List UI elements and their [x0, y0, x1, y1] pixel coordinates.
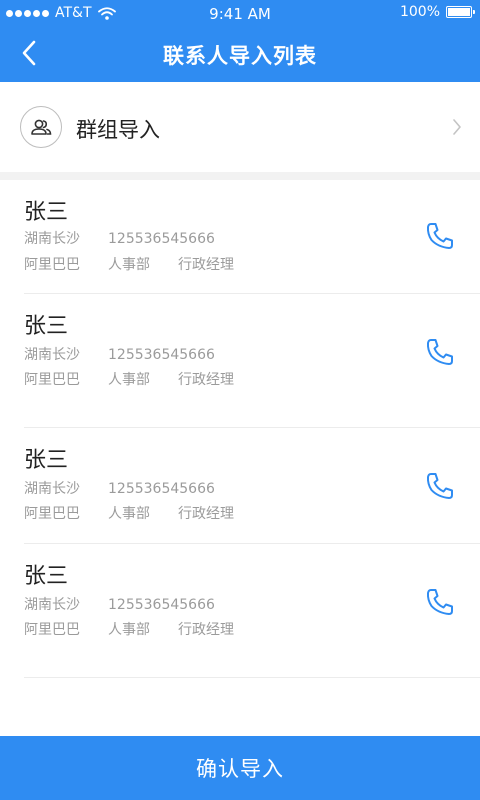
contact-line-2: 阿里巴巴 人事部 行政经理: [24, 619, 234, 639]
contact-city: 湖南长沙: [24, 481, 80, 497]
group-users-icon: [31, 119, 52, 135]
contact-city: 湖南长沙: [24, 347, 80, 363]
status-bar: AT&T 9:41 AM 100%: [0, 0, 480, 26]
contact-company: 阿里巴巴: [24, 622, 80, 638]
contact-city: 湖南长沙: [24, 597, 80, 613]
battery-icon: [446, 6, 475, 18]
contact-phone-number: 125536545666: [108, 231, 215, 247]
contact-name: 张三: [24, 314, 69, 339]
contact-phone-number: 125536545666: [108, 481, 215, 497]
contact-department: 人事部: [108, 257, 150, 273]
group-avatar: [20, 106, 62, 148]
contact-name: 张三: [24, 564, 69, 589]
contact-department: 人事部: [108, 506, 150, 522]
contact-city: 湖南长沙: [24, 231, 80, 247]
contact-position: 行政经理: [178, 372, 234, 388]
contact-line-1: 湖南长沙 125536545666: [24, 594, 215, 614]
contact-phone-number: 125536545666: [108, 597, 215, 613]
contact-position: 行政经理: [178, 622, 234, 638]
phone-icon[interactable]: [424, 220, 456, 252]
contact-line-2: 阿里巴巴 人事部 行政经理: [24, 503, 234, 523]
phone-icon[interactable]: [424, 336, 456, 368]
contact-line-2: 阿里巴巴 人事部 行政经理: [24, 254, 234, 274]
contact-list: 张三 湖南长沙 125536545666 阿里巴巴 人事部 行政经理 张三 湖南长沙 1…: [0, 180, 480, 678]
confirm-import-button[interactable]: 确认导入: [0, 736, 480, 800]
contact-company: 阿里巴巴: [24, 257, 80, 273]
contact-position: 行政经理: [178, 257, 234, 273]
page-title: 联系人导入列表: [163, 44, 317, 68]
contact-position: 行政经理: [178, 506, 234, 522]
contact-line-2: 阿里巴巴 人事部 行政经理: [24, 369, 234, 389]
contact-item[interactable]: 张三 湖南长沙 125536545666 阿里巴巴 人事部 行政经理: [24, 428, 480, 544]
contact-department: 人事部: [108, 372, 150, 388]
contact-item[interactable]: 张三 湖南长沙 125536545666 阿里巴巴 人事部 行政经理: [24, 180, 480, 294]
group-import-label: 群组导入: [76, 118, 160, 142]
contact-line-1: 湖南长沙 125536545666: [24, 228, 215, 248]
chevron-right-icon: [453, 119, 461, 135]
status-right: 100%: [399, 4, 475, 20]
section-divider: [0, 172, 480, 180]
contact-name: 张三: [24, 200, 69, 225]
contact-line-1: 湖南长沙 125536545666: [24, 344, 215, 364]
contact-name: 张三: [24, 448, 69, 473]
contact-department: 人事部: [108, 622, 150, 638]
battery-percent: 100%: [399, 4, 440, 20]
phone-icon[interactable]: [424, 470, 456, 502]
phone-icon[interactable]: [424, 586, 456, 618]
group-import-row[interactable]: 群组导入: [0, 82, 480, 172]
contact-phone-number: 125536545666: [108, 347, 215, 363]
contact-line-1: 湖南长沙 125536545666: [24, 478, 215, 498]
contact-company: 阿里巴巴: [24, 372, 80, 388]
contact-item[interactable]: 张三 湖南长沙 125536545666 阿里巴巴 人事部 行政经理: [24, 544, 480, 678]
header: AT&T 9:41 AM 100% 联系人导入列表: [0, 0, 480, 82]
contact-company: 阿里巴巴: [24, 506, 80, 522]
contact-item[interactable]: 张三 湖南长沙 125536545666 阿里巴巴 人事部 行政经理: [24, 294, 480, 428]
